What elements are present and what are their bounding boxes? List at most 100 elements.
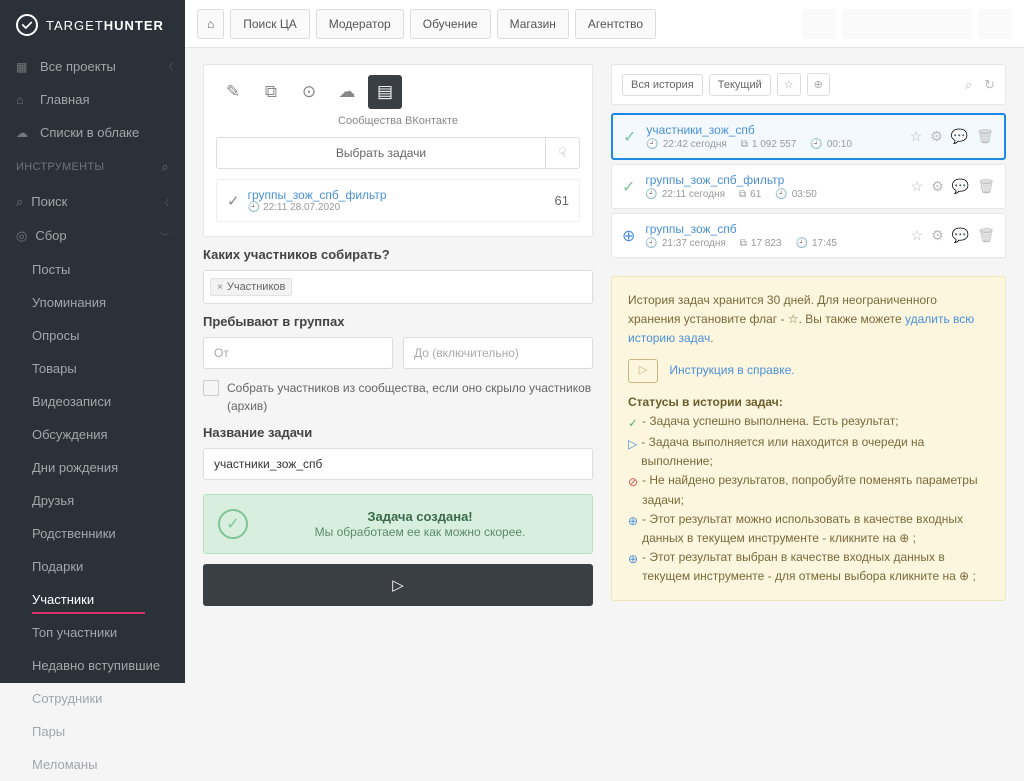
sidebar-item-5[interactable]: Обсуждения [0,418,185,451]
topbar-user-area [802,9,1012,39]
search-icon[interactable]: ⌕ [965,77,972,93]
sidebar-item-label: Списки в облаке [40,125,139,140]
settings-icon[interactable]: ⚙ [931,178,944,195]
from-input[interactable] [203,337,393,369]
cloud-icon[interactable]: ☁ [330,75,364,109]
hand-icon[interactable]: ☟ [546,137,580,169]
star-icon[interactable]: ☆ [910,128,923,145]
comment-icon[interactable]: 💬 [952,178,969,195]
topnav-Поиск ЦА[interactable]: Поиск ЦА [230,9,309,39]
home-icon: ⌂ [16,93,30,107]
archive-checkbox[interactable] [203,380,219,396]
sidebar-gather-group[interactable]: ◎Сбор 〈 [0,219,185,253]
topnav-Магазин[interactable]: Магазин [497,9,569,39]
edit-icon[interactable]: ✎ [216,75,250,109]
sidebar-search-group[interactable]: ⌕Поиск 〈 [0,185,185,219]
source-tabs: ✎ ⧉ ⊙ ☁ ▤ [204,65,592,115]
sidebar-item-15[interactable]: Меломаны [0,748,185,781]
star-icon[interactable]: ☆ [911,227,924,244]
run-button[interactable]: ▷ [203,564,593,606]
sidebar-item-1[interactable]: Упоминания [0,286,185,319]
sidebar-item-10[interactable]: Участники [0,583,185,616]
plus-icon: ⊕ [622,226,635,246]
clock-icon: 🕘 [646,139,658,150]
choose-tasks-button[interactable]: Выбрать задачи [216,137,546,169]
sidebar-item-6[interactable]: Дни рождения [0,451,185,484]
star-filter-icon[interactable]: ☆ [777,73,801,96]
topnav-Агентство[interactable]: Агентство [575,9,656,39]
check-icon: ✓ [622,177,635,197]
history-item-2[interactable]: ⊕группы_зож_спб🕘21:37 сегодня⧉17 823🕘17:… [611,213,1006,258]
task-name-label: Название задачи [203,425,593,440]
sidebar-item-9[interactable]: Подарки [0,550,185,583]
comment-icon[interactable]: 💬 [951,128,968,145]
delete-icon[interactable]: 🗑 [977,227,995,244]
topnav-Модератор[interactable]: Модератор [316,9,404,39]
history-item-title: группы_зож_спб [645,222,900,236]
status-ok-icon: ✓ [628,414,638,433]
sidebar-item-label: Главная [40,92,89,107]
copy-icon[interactable]: ⧉ [254,75,288,109]
gather-icon: ◎ [16,228,27,243]
sidebar-item-3[interactable]: Товары [0,352,185,385]
check-icon: ✓ [623,127,636,147]
search-icon[interactable]: ⌕ [161,159,169,175]
history-tab-all[interactable]: Вся история [622,74,703,96]
brand-logo[interactable]: TARGETHUNTER [0,0,185,50]
sidebar-item-7[interactable]: Друзья [0,484,185,517]
history-header: Вся история Текущий ☆ ⊕ ⌕ ↻ [611,64,1006,105]
history-tab-current[interactable]: Текущий [709,74,771,96]
close-icon[interactable]: × [217,282,223,293]
tag-members[interactable]: ×Участников [210,278,292,296]
sidebar: TARGETHUNTER ▦ Все проекты 〈 ⌂ Главная ☁… [0,0,185,683]
target-filter-icon[interactable]: ⊕ [807,73,830,96]
task-name-input[interactable] [203,448,593,480]
clock-icon: 🕘 [645,238,657,249]
sidebar-cloud[interactable]: ☁ Списки в облаке [0,116,185,149]
members-label: Каких участников собирать? [203,247,593,262]
search-icon: ⌕ [16,194,23,209]
vk-communities-tab[interactable]: ▤ [368,75,402,109]
refresh-icon[interactable]: ↻ [984,77,995,93]
status-wait-icon: ▷ [628,435,637,454]
check-icon: ✓ [218,509,248,539]
copy-icon: ⧉ [741,139,748,150]
sidebar-item-11[interactable]: Топ участники [0,616,185,649]
sidebar-item-13[interactable]: Сотрудники [0,682,185,715]
sidebar-item-0[interactable]: Посты [0,253,185,286]
status-use-icon: ⊕ [628,512,638,531]
delete-icon[interactable]: 🗑 [977,178,995,195]
settings-icon[interactable]: ⚙ [930,128,943,145]
cloud-icon: ☁ [16,126,30,140]
status-error-icon: ⊘ [628,473,638,492]
sidebar-item-12[interactable]: Недавно вступившие [0,649,185,682]
history-item-1[interactable]: ✓группы_зож_спб_фильтр🕘22:11 сегодня⧉61🕘… [611,164,1006,209]
grid-icon: ▦ [16,60,30,74]
to-input[interactable] [403,337,593,369]
sidebar-item-4[interactable]: Видеозаписи [0,385,185,418]
settings-icon[interactable]: ⚙ [931,227,944,244]
selected-task-name: группы_зож_спб_фильтр [248,188,555,202]
selected-task-row[interactable]: ✓ группы_зож_спб_фильтр 🕘22:11 28.07.202… [216,179,580,222]
location-icon[interactable]: ⊙ [292,75,326,109]
clock-icon: 🕘 [810,139,822,150]
sidebar-item-8[interactable]: Родственники [0,517,185,550]
sidebar-main[interactable]: ⌂ Главная [0,83,185,116]
topbar: ⌂ Поиск ЦАМодераторОбучениеМагазинАгентс… [185,0,1024,48]
delete-icon[interactable]: 🗑 [976,128,994,145]
sidebar-projects[interactable]: ▦ Все проекты 〈 [0,50,185,83]
check-icon: ✓ [227,192,240,210]
sidebar-tools-header: ИНСТРУМЕНТЫ ⌕ [0,149,185,185]
members-tag-input[interactable]: ×Участников [203,270,593,304]
sidebar-item-2[interactable]: Опросы [0,319,185,352]
sidebar-item-14[interactable]: Пары [0,715,185,748]
history-item-0[interactable]: ✓участники_зож_спб🕘22:42 сегодня⧉1 092 5… [611,113,1006,160]
topnav-Обучение[interactable]: Обучение [410,9,491,39]
home-button[interactable]: ⌂ [197,9,224,39]
comment-icon[interactable]: 💬 [952,227,969,244]
sidebar-item-label: Все проекты [40,59,116,74]
chevron-left-icon: 〈 [164,60,173,73]
status-used-icon: ⊕ [628,550,638,569]
star-icon[interactable]: ☆ [911,178,924,195]
instruction-link[interactable]: Инструкция в справке. [669,363,794,377]
